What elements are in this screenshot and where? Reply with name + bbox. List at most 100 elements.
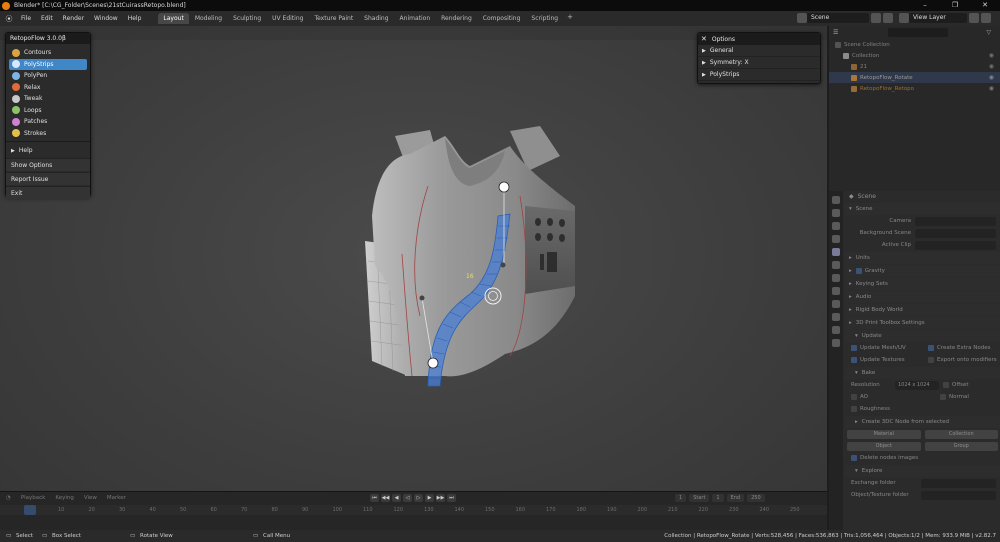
- resolution-select[interactable]: 1024 x 1024: [895, 380, 939, 390]
- gravity-checkbox[interactable]: [855, 268, 862, 274]
- outliner-row-object-21[interactable]: 21 ◉: [829, 61, 1000, 72]
- menu-edit[interactable]: Edit: [41, 15, 53, 22]
- section-create-3dc-node[interactable]: ▸ Create 3DC Node from selected: [845, 416, 1000, 428]
- scene-props-icon[interactable]: [832, 248, 840, 256]
- section-units[interactable]: ▸ Units: [845, 252, 1000, 264]
- tab-sculpting[interactable]: Sculpting: [228, 13, 266, 24]
- options-general[interactable]: ▶ General: [698, 45, 820, 57]
- play-reverse-button[interactable]: ◁: [403, 494, 412, 502]
- exit-button[interactable]: Exit: [6, 186, 90, 199]
- tool-patches[interactable]: Patches: [9, 116, 87, 128]
- timeline-editor-icon[interactable]: ◔: [6, 495, 11, 501]
- help-section-toggle[interactable]: ▶ Help: [6, 144, 90, 157]
- add-workspace-button[interactable]: +: [567, 13, 573, 24]
- export-onto-modifiers-checkbox[interactable]: [928, 357, 934, 363]
- active-clip-field[interactable]: [915, 240, 996, 250]
- jump-keyframe-forward-button[interactable]: ▶▶: [436, 494, 445, 502]
- outliner-editor-icon[interactable]: ☰: [833, 29, 838, 36]
- delete-nodes-checkbox[interactable]: [851, 455, 857, 461]
- view-layer-browse-icon[interactable]: [899, 13, 909, 23]
- update-textures-checkbox[interactable]: [851, 357, 857, 363]
- scene-new-icon[interactable]: [871, 13, 881, 23]
- background-scene-field[interactable]: [915, 228, 996, 238]
- tool-contours[interactable]: Contours: [9, 47, 87, 59]
- collection-button[interactable]: Collection: [924, 429, 998, 439]
- view-layer-new-icon[interactable]: [969, 13, 979, 23]
- group-button[interactable]: Group: [924, 441, 998, 451]
- step-forward-button[interactable]: ▶: [425, 494, 434, 502]
- tab-rendering[interactable]: Rendering: [436, 13, 477, 24]
- offset-checkbox[interactable]: [943, 382, 949, 388]
- visibility-eye-icon[interactable]: ◉: [989, 52, 994, 59]
- jump-keyframe-back-button[interactable]: ◀◀: [381, 494, 390, 502]
- options-symmetry[interactable]: ▶ Symmetry: X: [698, 57, 820, 69]
- tab-animation[interactable]: Animation: [395, 13, 436, 24]
- visibility-eye-icon[interactable]: ◉: [989, 63, 994, 70]
- filter-icon[interactable]: ▽: [986, 29, 991, 36]
- report-issue-button[interactable]: Report Issue: [6, 172, 90, 185]
- playhead[interactable]: [24, 505, 36, 515]
- start-frame-field[interactable]: 1: [712, 494, 724, 502]
- visibility-eye-icon[interactable]: ◉: [989, 74, 994, 81]
- menu-file[interactable]: File: [21, 15, 31, 22]
- tool-polystrips[interactable]: PolyStrips: [9, 58, 87, 70]
- scene-browse-icon[interactable]: [797, 13, 807, 23]
- data-props-icon[interactable]: [832, 326, 840, 334]
- menu-help[interactable]: Help: [128, 15, 142, 22]
- menu-render[interactable]: Render: [63, 15, 84, 22]
- tab-scripting[interactable]: Scripting: [526, 13, 563, 24]
- view-layer-field[interactable]: View Layer: [909, 13, 967, 23]
- section-keying-sets[interactable]: ▸ Keying Sets: [845, 278, 1000, 290]
- options-polystrips[interactable]: ▶ PolyStrips: [698, 69, 820, 81]
- ao-checkbox[interactable]: [851, 394, 857, 400]
- menu-playback[interactable]: Playback: [21, 495, 46, 501]
- current-frame-field[interactable]: 1: [675, 494, 687, 502]
- roughness-checkbox[interactable]: [851, 406, 857, 412]
- jump-end-button[interactable]: ⏭: [447, 494, 456, 502]
- blender-menu-icon[interactable]: ⦿: [2, 14, 16, 24]
- section-3d-print-toolbox[interactable]: ▸ 3D Print Toolbox Settings: [845, 317, 1000, 329]
- create-extra-nodes-checkbox[interactable]: [928, 345, 934, 351]
- constraint-props-icon[interactable]: [832, 313, 840, 321]
- minimize-button[interactable]: –: [910, 0, 940, 11]
- section-explore[interactable]: ▾ Explore: [845, 465, 1000, 477]
- maximize-button[interactable]: ❐: [940, 0, 970, 11]
- physics-props-icon[interactable]: [832, 300, 840, 308]
- show-options-button[interactable]: Show Options: [6, 158, 90, 171]
- tab-shading[interactable]: Shading: [359, 13, 393, 24]
- close-window-button[interactable]: ✕: [970, 0, 1000, 11]
- outliner-search-input[interactable]: [888, 28, 949, 37]
- section-scene[interactable]: ▾ Scene: [845, 203, 1000, 215]
- play-button[interactable]: ▷: [414, 494, 423, 502]
- outliner-row-collection[interactable]: Collection ◉: [829, 50, 1000, 61]
- close-icon[interactable]: ✕: [701, 35, 707, 43]
- normal-checkbox[interactable]: [940, 394, 946, 400]
- section-bake[interactable]: ▾ Bake: [845, 367, 1000, 379]
- object-button[interactable]: Object: [847, 441, 921, 451]
- tool-props-icon[interactable]: [832, 196, 840, 204]
- view-layer-props-icon[interactable]: [832, 235, 840, 243]
- camera-field[interactable]: [915, 216, 996, 226]
- exchange-folder-field[interactable]: [921, 478, 996, 488]
- jump-start-button[interactable]: ⏮: [370, 494, 379, 502]
- tab-modeling[interactable]: Modeling: [190, 13, 227, 24]
- menu-view[interactable]: View: [84, 495, 97, 501]
- outliner-row-retopoflow-retopo[interactable]: RetopoFlow_Retopo ◉: [829, 83, 1000, 94]
- material-button[interactable]: Material: [847, 429, 921, 439]
- view-layer-delete-icon[interactable]: [981, 13, 991, 23]
- scene-field[interactable]: Scene: [807, 13, 869, 23]
- tool-relax[interactable]: Relax: [9, 82, 87, 94]
- tab-texture-paint[interactable]: Texture Paint: [309, 13, 358, 24]
- section-audio[interactable]: ▸ Audio: [845, 291, 1000, 303]
- world-props-icon[interactable]: [832, 261, 840, 269]
- output-props-icon[interactable]: [832, 222, 840, 230]
- end-frame-field[interactable]: 250: [747, 494, 765, 502]
- retopoflow-title[interactable]: RetopoFlow 3.0.0β: [6, 33, 90, 44]
- tab-compositing[interactable]: Compositing: [478, 13, 526, 24]
- 3d-viewport[interactable]: 16 RetopoFlow 3.0.0β Contours PolyStrips…: [0, 26, 827, 530]
- tab-layout[interactable]: Layout: [158, 13, 189, 24]
- menu-marker[interactable]: Marker: [107, 495, 126, 501]
- scene-delete-icon[interactable]: [883, 13, 893, 23]
- material-props-icon[interactable]: [832, 339, 840, 347]
- object-texture-folder-field[interactable]: [921, 490, 996, 500]
